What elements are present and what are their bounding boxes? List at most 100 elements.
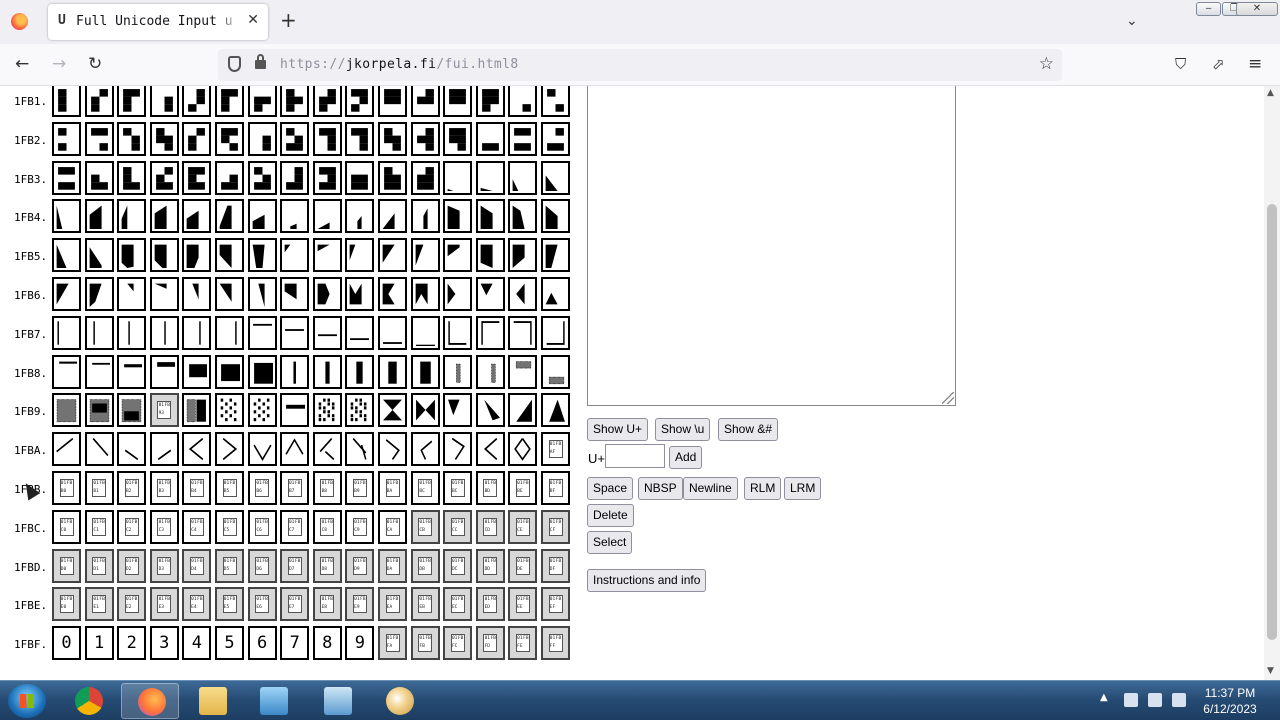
character-cell[interactable] (475, 354, 505, 389)
character-cell[interactable] (508, 199, 538, 234)
character-cell[interactable] (280, 199, 310, 234)
character-cell[interactable] (117, 160, 147, 195)
newline-button[interactable]: Newline (683, 477, 738, 500)
character-cell[interactable] (215, 160, 244, 195)
taskbar-paint[interactable] (370, 683, 428, 719)
character-cell[interactable] (149, 432, 179, 467)
character-cell[interactable]: 01 FB C1 (84, 509, 114, 544)
back-arrow-icon[interactable]: ← (15, 54, 29, 74)
character-cell[interactable] (410, 393, 440, 428)
character-cell[interactable]: 01 FB 93 (149, 393, 179, 428)
character-cell[interactable] (410, 160, 440, 195)
character-cell[interactable] (52, 86, 81, 117)
character-cell[interactable] (475, 315, 505, 350)
character-cell[interactable] (117, 432, 147, 467)
character-cell[interactable] (475, 199, 505, 234)
character-cell[interactable]: 01 FB AF (541, 432, 570, 467)
character-cell[interactable]: 01 FB CD (475, 509, 505, 544)
character-cell[interactable] (280, 160, 310, 195)
character-cell[interactable] (84, 160, 114, 195)
character-cell[interactable] (312, 160, 342, 195)
character-cell[interactable] (475, 393, 505, 428)
character-cell[interactable] (52, 354, 81, 389)
character-cell[interactable] (345, 393, 375, 428)
character-cell[interactable] (247, 160, 277, 195)
character-cell[interactable]: 01 FB DE (508, 548, 538, 583)
character-cell[interactable] (182, 432, 212, 467)
character-cell[interactable] (475, 121, 505, 156)
character-cell[interactable]: 01 FB E1 (84, 587, 114, 622)
show-hidden-icons-arrow-icon[interactable]: ▲ (1100, 692, 1108, 703)
character-cell[interactable]: 01 FB FC (443, 626, 473, 661)
address-bar[interactable]: https://jkorpela.fi/fui.html8 ☆ (218, 49, 1062, 81)
add-button[interactable]: Add (669, 446, 703, 469)
character-cell[interactable] (149, 199, 179, 234)
character-cell[interactable] (508, 86, 538, 117)
scroll-up-arrow-icon[interactable]: ▲ (1267, 88, 1274, 98)
character-cell[interactable] (247, 86, 277, 117)
character-cell[interactable] (443, 199, 473, 234)
character-cell[interactable] (247, 354, 277, 389)
character-cell[interactable]: 5 (215, 626, 244, 661)
scrollbar-thumb[interactable] (1267, 204, 1277, 640)
character-cell[interactable] (52, 393, 81, 428)
taskbar-chrome[interactable] (59, 683, 117, 719)
character-cell[interactable]: 01 FB FA (378, 626, 407, 661)
character-cell[interactable]: 6 (247, 626, 277, 661)
character-cell[interactable] (541, 354, 570, 389)
character-cell[interactable] (84, 86, 114, 117)
character-cell[interactable] (312, 199, 342, 234)
character-cell[interactable] (215, 86, 244, 117)
character-cell[interactable] (443, 277, 473, 311)
text-output-area[interactable] (587, 86, 956, 406)
character-cell[interactable]: 4 (182, 626, 212, 661)
character-cell[interactable]: 01 FB E4 (182, 587, 212, 622)
character-cell[interactable] (345, 277, 375, 311)
character-cell[interactable] (182, 160, 212, 195)
character-cell[interactable] (52, 160, 81, 195)
character-cell[interactable]: 01 FB E3 (149, 587, 179, 622)
character-cell[interactable]: 7 (280, 626, 310, 661)
character-cell[interactable]: 01 FB DD (475, 548, 505, 583)
character-cell[interactable] (182, 238, 212, 273)
character-cell[interactable] (247, 277, 277, 311)
character-cell[interactable] (378, 354, 407, 389)
start-button[interactable] (8, 684, 46, 718)
character-cell[interactable] (215, 432, 244, 467)
character-cell[interactable]: 01 FB E9 (345, 587, 375, 622)
character-cell[interactable] (215, 121, 244, 156)
character-cell[interactable] (541, 277, 570, 311)
character-cell[interactable] (280, 121, 310, 156)
character-cell[interactable] (280, 86, 310, 117)
character-cell[interactable]: 01 FB BC (443, 471, 473, 505)
tracking-protection-shield-icon[interactable] (228, 56, 241, 72)
character-cell[interactable] (149, 354, 179, 389)
character-cell[interactable]: 01 FB DB (410, 548, 440, 583)
character-cell[interactable] (345, 199, 375, 234)
character-cell[interactable]: 01 FB B5 (215, 471, 244, 505)
character-cell[interactable] (52, 315, 81, 350)
volume-muted-icon[interactable] (1172, 693, 1186, 707)
character-cell[interactable]: 01 FB D1 (84, 548, 114, 583)
character-cell[interactable] (215, 277, 244, 311)
character-cell[interactable]: 01 FB B2 (117, 471, 147, 505)
character-cell[interactable] (475, 277, 505, 311)
character-cell[interactable]: 01 FB B0 (52, 471, 81, 505)
character-cell[interactable] (508, 354, 538, 389)
character-cell[interactable] (508, 277, 538, 311)
character-cell[interactable] (443, 160, 473, 195)
character-cell[interactable] (215, 354, 244, 389)
new-tab-button[interactable]: + (280, 10, 297, 30)
character-cell[interactable]: 01 FB E0 (52, 587, 81, 622)
character-cell[interactable] (410, 277, 440, 311)
character-cell[interactable] (182, 86, 212, 117)
character-cell[interactable]: 01 FB B9 (345, 471, 375, 505)
character-cell[interactable] (280, 277, 310, 311)
character-cell[interactable] (117, 354, 147, 389)
character-cell[interactable]: 01 FB C7 (280, 509, 310, 544)
menu-hamburger-icon[interactable]: ≡ (1248, 54, 1262, 74)
page-scrollbar[interactable]: ▲ ▼ (1264, 86, 1280, 680)
character-cell[interactable] (541, 393, 570, 428)
character-cell[interactable] (345, 86, 375, 117)
character-cell[interactable]: 01 FB BE (508, 471, 538, 505)
